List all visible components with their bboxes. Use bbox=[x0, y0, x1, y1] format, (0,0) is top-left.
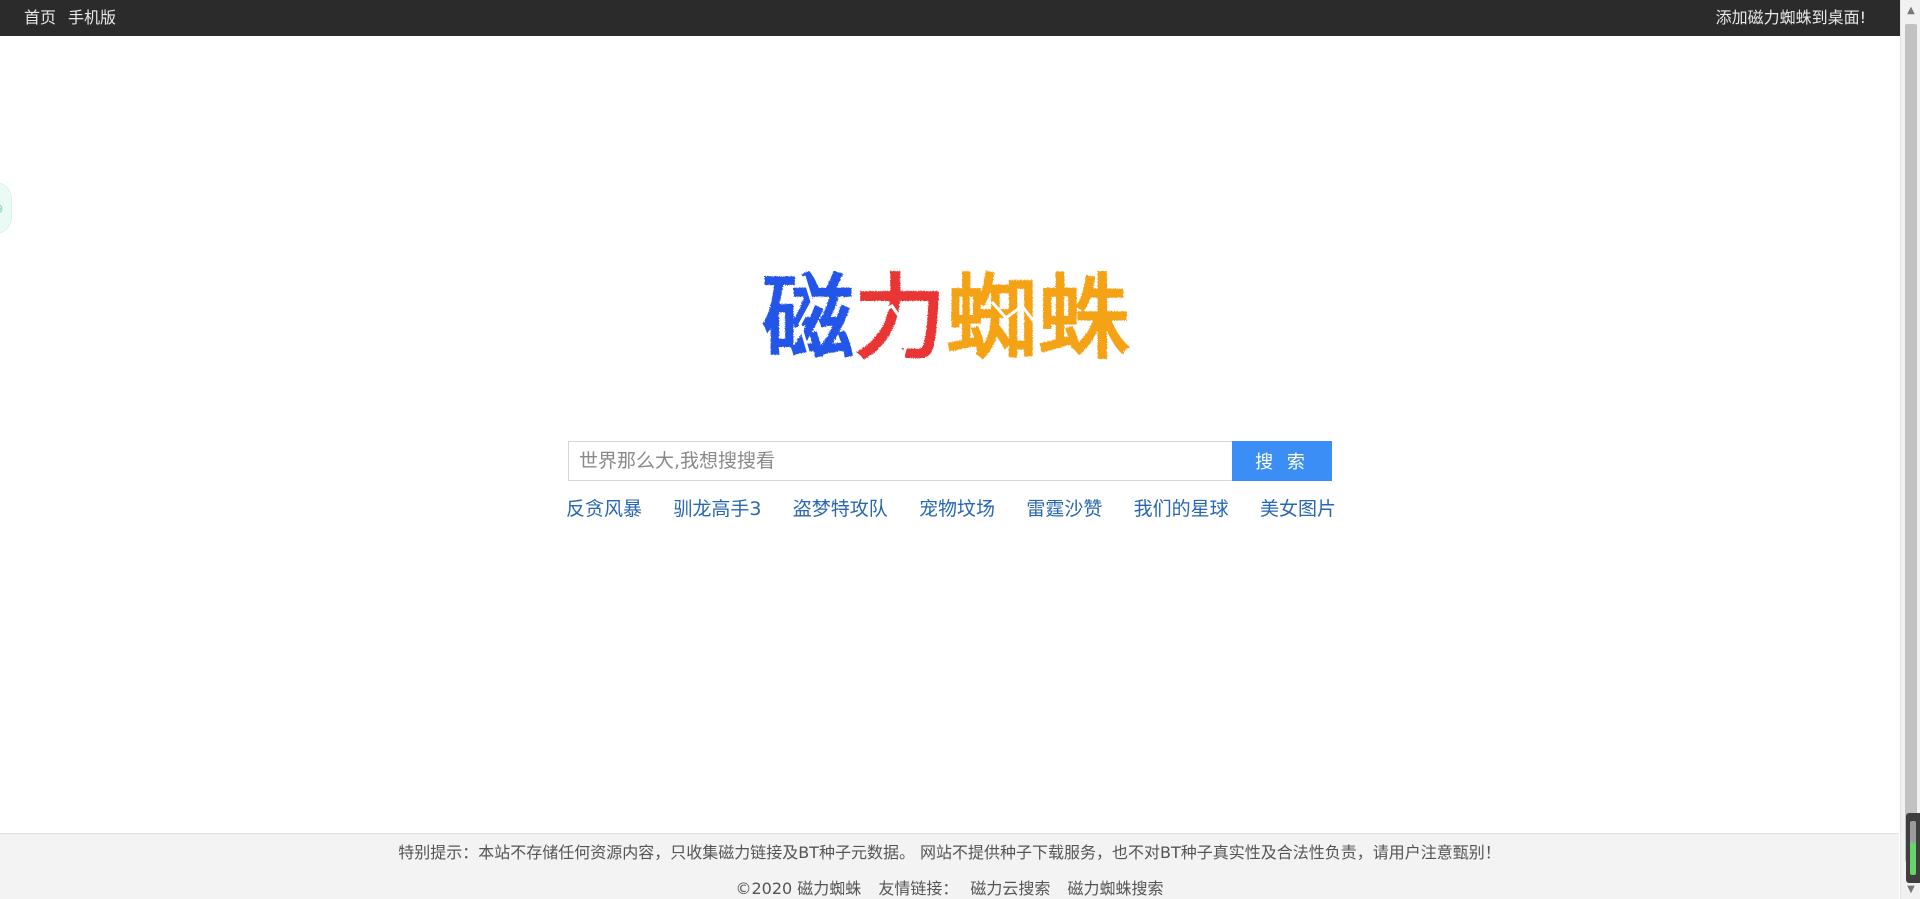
add-to-desktop-link[interactable]: 添加磁力蜘蛛到桌面! bbox=[1716, 0, 1866, 36]
friend-links-label: 友情链接： bbox=[878, 879, 959, 898]
search-button[interactable]: 搜 索 bbox=[1232, 441, 1332, 481]
scrollbar-thumb[interactable] bbox=[1905, 24, 1917, 862]
friend-link[interactable]: 磁力蜘蛛搜索 bbox=[1068, 879, 1164, 898]
logo-char-4: 蛛 bbox=[1038, 265, 1130, 372]
floating-side-widget[interactable]: ◉ bbox=[0, 182, 12, 234]
hot-word-link[interactable]: 反贪风暴 bbox=[566, 494, 642, 524]
friend-link[interactable]: 磁力云搜索 bbox=[970, 879, 1050, 898]
resource-meter-widget[interactable] bbox=[1906, 813, 1920, 883]
side-widget-icon: ◉ bbox=[0, 201, 3, 215]
logo-char-3: 蜘 bbox=[946, 265, 1038, 372]
hot-word-link[interactable]: 宠物坟场 bbox=[919, 494, 995, 524]
scroll-up-arrow-icon[interactable]: ▲ bbox=[1901, 0, 1920, 20]
nav-mobile-link[interactable]: 手机版 bbox=[68, 0, 116, 36]
top-nav-bar: 首页 手机版 添加磁力蜘蛛到桌面! bbox=[0, 0, 1920, 36]
hot-search-words: 反贪风暴 驯龙高手3 盗梦特攻队 宠物坟场 雷霆沙赞 我们的星球 美女图片 bbox=[566, 494, 1336, 524]
logo-wordmark: 磁 力 蜘 蛛 bbox=[762, 265, 1130, 372]
hot-word-link[interactable]: 驯龙高手3 bbox=[673, 494, 761, 524]
meter-bars-icon bbox=[1910, 821, 1916, 875]
top-nav-right: 添加磁力蜘蛛到桌面! bbox=[1716, 0, 1866, 36]
nav-home-link[interactable]: 首页 bbox=[24, 0, 56, 36]
hot-word-link[interactable]: 雷霆沙赞 bbox=[1026, 494, 1102, 524]
hot-word-link[interactable]: 盗梦特攻队 bbox=[793, 494, 888, 524]
site-logo: 磁 力 蜘 蛛 bbox=[760, 262, 1140, 372]
hot-word-link[interactable]: 我们的星球 bbox=[1134, 494, 1229, 524]
page: 首页 手机版 添加磁力蜘蛛到桌面! ◉ 磁 力 蜘 蛛 bbox=[0, 0, 1920, 899]
footer: 特别提示：本站不存储任何资源内容，只收集磁力链接及BT种子元数据。 网站不提供种… bbox=[0, 833, 1899, 899]
search-bar: 搜 索 bbox=[568, 441, 1332, 481]
footer-copyright-line: ©2020 磁力蜘蛛 友情链接： 磁力云搜索 磁力蜘蛛搜索 bbox=[0, 878, 1899, 899]
page-scrollbar[interactable]: ▲ ▼ bbox=[1900, 0, 1920, 899]
footer-copyright: ©2020 磁力蜘蛛 bbox=[735, 879, 862, 898]
hot-word-link[interactable]: 美女图片 bbox=[1260, 494, 1336, 524]
top-nav-left: 首页 手机版 bbox=[24, 0, 116, 36]
footer-notice: 特别提示：本站不存储任何资源内容，只收集磁力链接及BT种子元数据。 网站不提供种… bbox=[398, 843, 1501, 862]
search-input[interactable] bbox=[568, 441, 1232, 481]
